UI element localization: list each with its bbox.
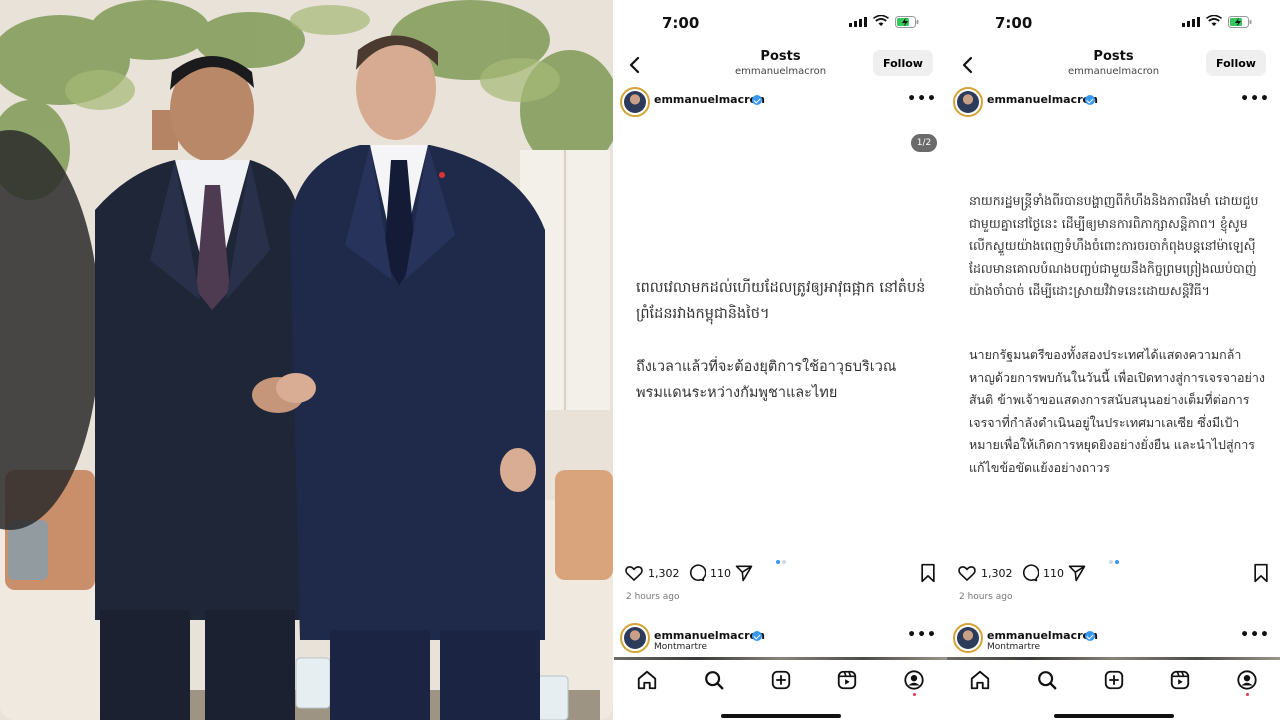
notification-dot [1246, 693, 1249, 696]
post-header: emmanuelmacron ••• [947, 85, 1280, 119]
save-button[interactable] [1252, 562, 1270, 584]
status-bar: 7:00 [947, 0, 1280, 44]
next-post-header: emmanuelmacron Montmartre ••• [947, 621, 1280, 655]
home-icon[interactable] [969, 669, 991, 691]
avatar[interactable] [620, 623, 650, 653]
follow-button[interactable]: Follow [1206, 50, 1266, 76]
share-button[interactable] [1067, 562, 1087, 584]
next-post-header: emmanuelmacron Montmartre ••• [614, 621, 947, 655]
thai-statement: นายกรัฐมนตรีของทั้งสองประเทศได้แสดงความก… [969, 347, 1265, 475]
post-actions: 1,302 110 [947, 562, 1280, 584]
search-icon[interactable] [1036, 669, 1058, 691]
status-time: 7:00 [662, 14, 700, 32]
thai-message: ถึงเวลาแล้วที่จะต้องยุติการใช้อาวุธบริเว… [636, 359, 897, 401]
status-time: 7:00 [995, 14, 1033, 32]
battery-charging-icon [895, 16, 919, 28]
post-username[interactable]: emmanuelmacron [987, 629, 1098, 642]
post-actions: 1,302 110 [614, 562, 947, 584]
post-username[interactable]: emmanuelmacron [654, 93, 765, 106]
comment-icon [1023, 564, 1039, 582]
send-icon [735, 565, 753, 582]
save-button[interactable] [919, 562, 937, 584]
phone-screen-slide-1: 7:00 Posts emmanuelmacron Follow emmanue… [614, 0, 947, 720]
plus-square-icon[interactable] [770, 669, 792, 691]
cellular-signal-icon [1182, 17, 1200, 27]
like-button[interactable]: 1,302 [624, 562, 680, 584]
post-username[interactable]: emmanuelmacron [654, 629, 765, 642]
home-indicator [1054, 714, 1174, 718]
handshake-photo [0, 0, 613, 720]
like-count: 1,302 [648, 566, 680, 580]
comment-button[interactable]: 110 [1019, 562, 1064, 584]
more-options-icon[interactable]: ••• [1240, 91, 1270, 107]
reels-icon[interactable] [836, 669, 858, 691]
phone-screen-slide-2: 7:00 Posts emmanuelmacron Follow emmanue… [947, 0, 1280, 720]
bookmark-icon [921, 563, 935, 583]
post-location[interactable]: Montmartre [987, 642, 1040, 652]
reels-icon[interactable] [1169, 669, 1191, 691]
verified-badge-icon [752, 631, 762, 641]
search-icon[interactable] [703, 669, 725, 691]
post-header: emmanuelmacron ••• [614, 85, 947, 119]
wifi-icon [1206, 15, 1222, 26]
heart-icon [958, 566, 976, 582]
plus-square-icon[interactable] [1103, 669, 1125, 691]
slide-counter: 1/2 [911, 134, 937, 152]
comment-button[interactable]: 110 [686, 562, 731, 584]
home-icon[interactable] [636, 669, 658, 691]
profile-icon[interactable] [1236, 669, 1258, 691]
comment-icon [690, 564, 706, 582]
avatar[interactable] [953, 623, 983, 653]
verified-badge-icon [1085, 95, 1095, 105]
post-timestamp: 2 hours ago [626, 592, 680, 602]
more-options-icon[interactable]: ••• [1240, 627, 1270, 643]
like-button[interactable]: 1,302 [957, 562, 1013, 584]
screen: 7:00 Posts emmanuelmacron Follow emmanue… [0, 0, 1280, 720]
more-options-icon[interactable]: ••• [907, 91, 937, 107]
post-timestamp: 2 hours ago [959, 592, 1013, 602]
top-nav: Posts emmanuelmacron Follow [947, 44, 1280, 84]
home-indicator [721, 714, 841, 718]
post-location[interactable]: Montmartre [654, 642, 707, 652]
photo-illustration [0, 0, 613, 720]
status-bar: 7:00 [614, 0, 947, 44]
heart-icon [625, 566, 643, 582]
cellular-signal-icon [849, 17, 867, 27]
more-options-icon[interactable]: ••• [907, 627, 937, 643]
send-icon [1068, 565, 1086, 582]
wifi-icon [873, 15, 889, 26]
khmer-message: ពេលវេលាមកដល់ហើយដែលត្រូវឲ្យអាវុធផ្អាក នៅត… [636, 280, 926, 322]
share-button[interactable] [734, 562, 754, 584]
battery-charging-icon [1228, 16, 1252, 28]
top-nav: Posts emmanuelmacron Follow [614, 44, 947, 84]
comment-count: 110 [710, 566, 731, 580]
avatar[interactable] [620, 87, 650, 117]
khmer-statement: នាយករដ្ឋមន្ត្រីទាំងពីរបានបង្ហាញពីកំហឹងនិ… [969, 193, 1259, 298]
verified-badge-icon [752, 95, 762, 105]
follow-button[interactable]: Follow [873, 50, 933, 76]
profile-icon[interactable] [903, 669, 925, 691]
bookmark-icon [1254, 563, 1268, 583]
bottom-tab-bar [614, 660, 947, 720]
notification-dot [913, 693, 916, 696]
like-count: 1,302 [981, 566, 1013, 580]
comment-count: 110 [1043, 566, 1064, 580]
avatar[interactable] [953, 87, 983, 117]
bottom-tab-bar [947, 660, 1280, 720]
post-username[interactable]: emmanuelmacron [987, 93, 1098, 106]
verified-badge-icon [1085, 631, 1095, 641]
